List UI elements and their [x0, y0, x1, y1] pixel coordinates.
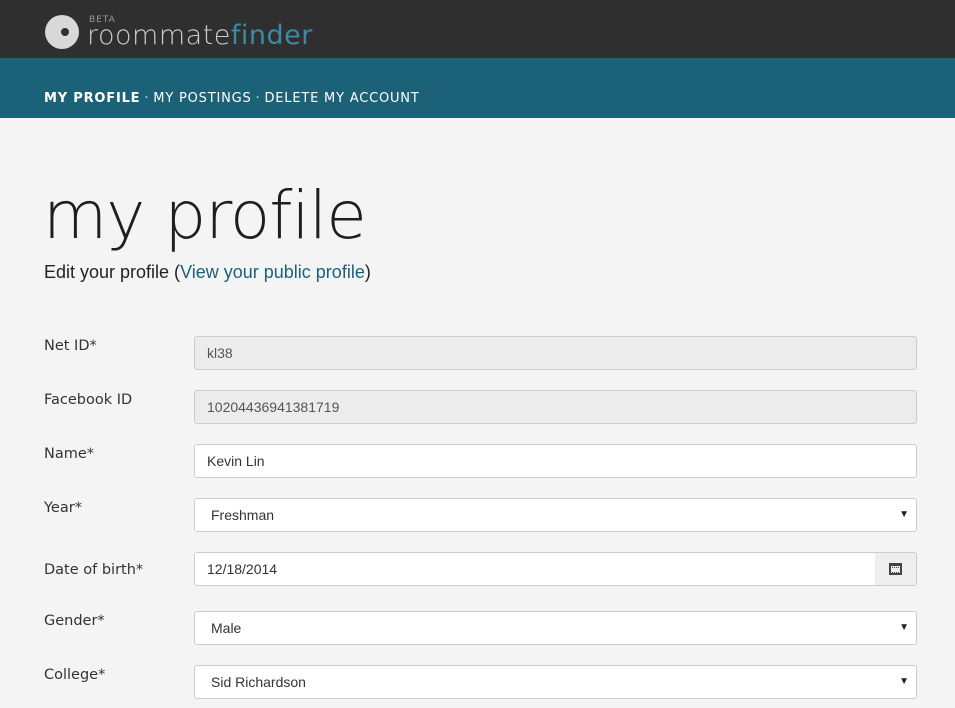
- dob-input[interactable]: 12/18/2014: [194, 552, 876, 586]
- caret-down-icon: ▼: [899, 622, 909, 633]
- gender-label: Gender*: [44, 613, 105, 629]
- form-row-dob: Date of birth* 12/18/2014: [44, 552, 917, 588]
- netid-label: Net ID*: [44, 338, 97, 354]
- nav-separator: ·: [255, 91, 261, 106]
- caret-down-icon: ▼: [899, 509, 909, 520]
- form-row-gender: Gender* Male ▼: [44, 611, 917, 647]
- nav-item-delete-account[interactable]: DELETE MY ACCOUNT: [264, 91, 419, 106]
- college-select[interactable]: Sid Richardson ▼: [194, 665, 917, 699]
- calendar-button[interactable]: [875, 552, 917, 586]
- form-row-facebook: Facebook ID 10204436941381719: [44, 390, 917, 426]
- college-label: College*: [44, 667, 106, 683]
- brand-name: roommatefinder: [87, 20, 313, 51]
- top-bar: BETA roommatefinder: [0, 0, 955, 58]
- nav-bar: MY PROFILE · MY POSTINGS · DELETE MY ACCOUNT: [0, 58, 955, 118]
- college-select-value: Sid Richardson: [211, 674, 306, 690]
- name-input[interactable]: Kevin Lin: [194, 444, 917, 478]
- caret-down-icon: ▼: [899, 676, 909, 687]
- dob-label: Date of birth*: [44, 562, 144, 578]
- gender-select-value: Male: [211, 620, 242, 636]
- facebook-id-input: 10204436941381719: [194, 390, 917, 424]
- logo-icon: [45, 15, 79, 49]
- page-title: my profile: [43, 177, 367, 254]
- name-label: Name*: [44, 446, 95, 462]
- nav-item-my-postings[interactable]: MY POSTINGS: [153, 91, 251, 106]
- brand-logo[interactable]: BETA roommatefinder: [45, 14, 313, 51]
- form-row-name: Name* Kevin Lin: [44, 444, 917, 480]
- page-subtitle: Edit your profile (View your public prof…: [44, 262, 371, 282]
- form-row-college: College* Sid Richardson ▼: [44, 665, 917, 701]
- gender-select[interactable]: Male ▼: [194, 611, 917, 645]
- nav-separator: ·: [144, 91, 150, 106]
- beta-badge: BETA: [89, 15, 116, 25]
- nav-menu: MY PROFILE · MY POSTINGS · DELETE MY ACCOUNT: [44, 91, 420, 106]
- public-profile-link[interactable]: View your public profile: [180, 262, 365, 282]
- nav-item-my-profile[interactable]: MY PROFILE: [44, 91, 140, 106]
- netid-input: kl38: [194, 336, 917, 370]
- form-row-year: Year* Freshman ▼: [44, 498, 917, 534]
- year-select-value: Freshman: [211, 507, 275, 523]
- facebook-id-label: Facebook ID: [44, 392, 133, 408]
- calendar-icon: [889, 563, 902, 575]
- form-row-netid: Net ID* kl38: [44, 336, 917, 372]
- year-label: Year*: [44, 500, 82, 516]
- year-select[interactable]: Freshman ▼: [194, 498, 917, 532]
